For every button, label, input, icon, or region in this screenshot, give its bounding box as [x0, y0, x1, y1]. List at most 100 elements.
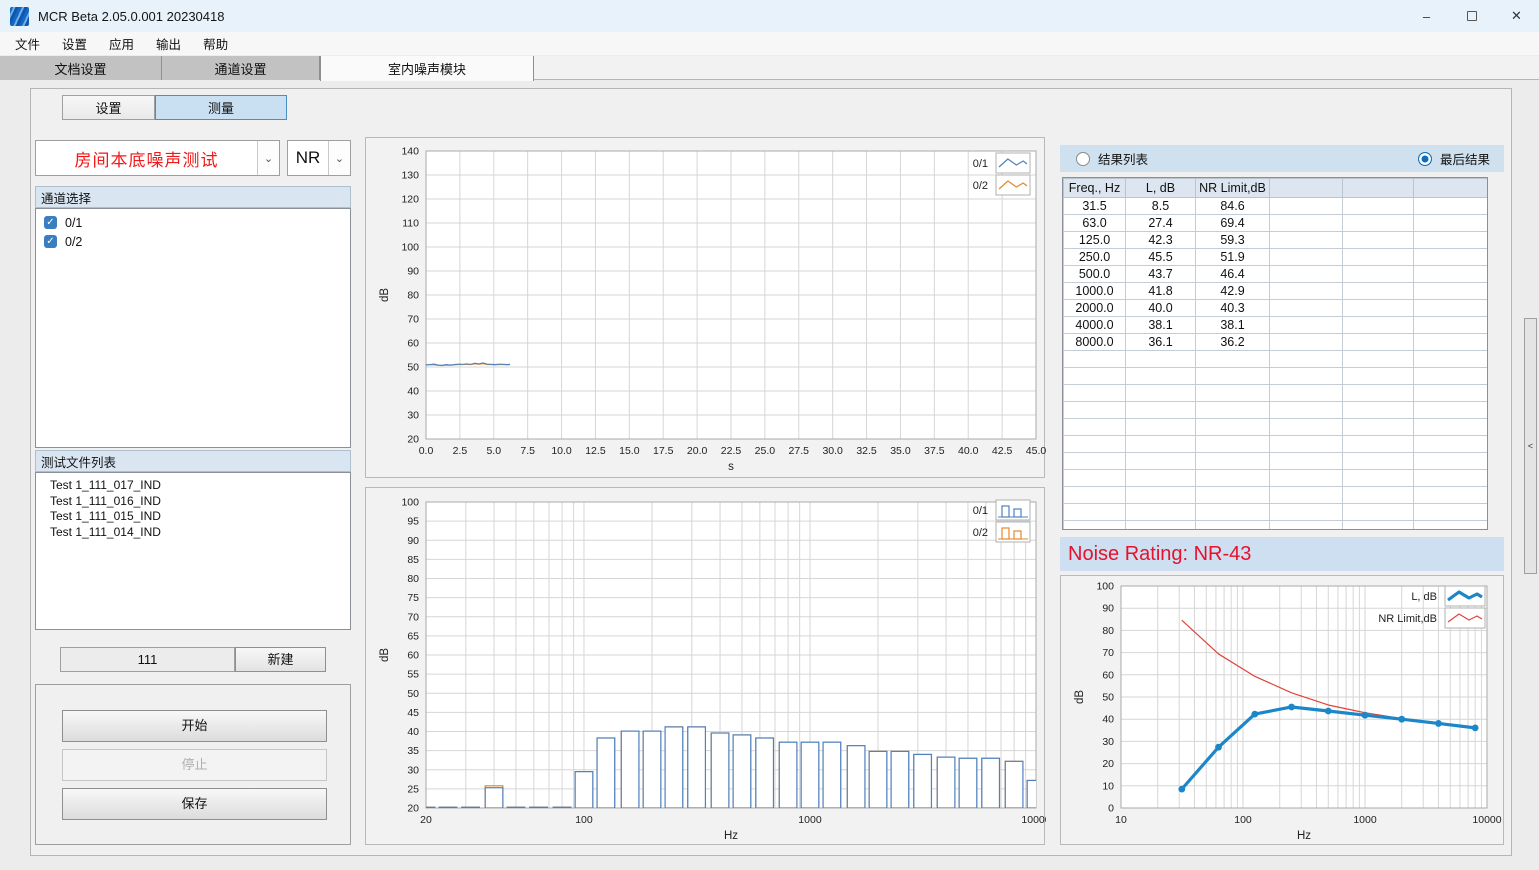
start-button[interactable]: 开始: [62, 710, 327, 742]
svg-text:40.0: 40.0: [958, 445, 979, 457]
test-type-dropdown[interactable]: 房间本底噪声测试 ⌄: [35, 140, 280, 176]
svg-text:dB: dB: [1074, 690, 1086, 704]
file-list-item[interactable]: Test 1_111_016_IND: [50, 494, 350, 510]
table-row[interactable]: 31.58.584.6: [1064, 198, 1489, 215]
table-row[interactable]: [1064, 351, 1489, 368]
table-cell: [1414, 198, 1489, 215]
table-row[interactable]: 1000.041.842.9: [1064, 283, 1489, 300]
svg-text:10.0: 10.0: [551, 445, 572, 457]
tab-channel-settings[interactable]: 通道设置: [162, 56, 320, 80]
table-cell: [1270, 436, 1343, 453]
table-row[interactable]: 8000.036.136.2: [1064, 334, 1489, 351]
file-list-item[interactable]: Test 1_111_017_IND: [50, 478, 350, 494]
tab-document-settings[interactable]: 文档设置: [0, 56, 162, 80]
svg-text:27.5: 27.5: [789, 445, 810, 457]
table-cell: [1064, 385, 1126, 402]
last-result-radio[interactable]: 最后结果: [1418, 149, 1490, 168]
panel-collapse-handle[interactable]: <: [1524, 318, 1537, 574]
minimize-button[interactable]: –: [1404, 0, 1449, 32]
checkbox-icon[interactable]: ✓: [44, 235, 57, 248]
table-row[interactable]: [1064, 453, 1489, 470]
table-row[interactable]: 2000.040.040.3: [1064, 300, 1489, 317]
file-name-input[interactable]: 111: [60, 647, 235, 672]
subtab-measure[interactable]: 测量: [155, 95, 287, 120]
table-cell: 42.9: [1196, 283, 1270, 300]
table-cell: 500.0: [1064, 266, 1126, 283]
svg-text:0/2: 0/2: [973, 527, 988, 539]
table-cell: [1414, 266, 1489, 283]
table-cell: 8000.0: [1064, 334, 1126, 351]
menu-item-2[interactable]: 应用: [98, 32, 145, 55]
menu-item-3[interactable]: 输出: [145, 32, 192, 55]
table-row[interactable]: [1064, 402, 1489, 419]
channel-row-0/2[interactable]: ✓0/2: [44, 232, 350, 251]
checkbox-icon[interactable]: ✓: [44, 216, 57, 229]
stop-button: 停止: [62, 749, 327, 781]
table-cell: [1064, 504, 1126, 521]
table-cell: [1270, 368, 1343, 385]
menu-item-4[interactable]: 帮助: [192, 32, 239, 55]
svg-text:65: 65: [407, 630, 419, 642]
table-row[interactable]: [1064, 487, 1489, 504]
table-row[interactable]: 500.043.746.4: [1064, 266, 1489, 283]
table-cell: [1414, 215, 1489, 232]
svg-text:75: 75: [407, 592, 419, 604]
table-cell: 38.1: [1126, 317, 1196, 334]
close-button[interactable]: ✕: [1494, 0, 1539, 32]
table-cell: 40.3: [1196, 300, 1270, 317]
tab-indoor-noise-module[interactable]: 室内噪声模块: [320, 56, 534, 81]
table-row[interactable]: 125.042.359.3: [1064, 232, 1489, 249]
table-cell: 36.1: [1126, 334, 1196, 351]
svg-text:100: 100: [1234, 814, 1252, 826]
menu-item-1[interactable]: 设置: [51, 32, 98, 55]
table-cell: [1414, 453, 1489, 470]
radio-checked-icon[interactable]: [1418, 152, 1432, 166]
menu-item-0[interactable]: 文件: [4, 32, 51, 55]
table-row[interactable]: [1064, 470, 1489, 487]
test-file-list[interactable]: Test 1_111_017_INDTest 1_111_016_INDTest…: [35, 472, 351, 630]
test-type-value: 房间本底噪声测试: [36, 141, 257, 175]
svg-text:1000: 1000: [1353, 814, 1377, 826]
svg-text:17.5: 17.5: [653, 445, 674, 457]
table-cell: [1343, 504, 1414, 521]
table-cell: [1343, 385, 1414, 402]
results-list-radio[interactable]: 结果列表: [1076, 149, 1148, 168]
table-row[interactable]: [1064, 436, 1489, 453]
table-row[interactable]: [1064, 419, 1489, 436]
rating-standard-dropdown[interactable]: NR ⌄: [287, 140, 351, 176]
table-row[interactable]: 63.027.469.4: [1064, 215, 1489, 232]
noise-rating-bar: Noise Rating: NR-43: [1060, 537, 1504, 571]
svg-text:42.5: 42.5: [992, 445, 1013, 457]
save-button[interactable]: 保存: [62, 788, 327, 820]
nr-rating-plot: 010203040506070809010010100100010000HzdB…: [1061, 576, 1505, 846]
table-row[interactable]: [1064, 504, 1489, 521]
table-cell: [1270, 470, 1343, 487]
channel-list[interactable]: ✓0/1✓0/2: [35, 208, 351, 448]
file-list-item[interactable]: Test 1_111_015_IND: [50, 509, 350, 525]
table-row[interactable]: [1064, 368, 1489, 385]
radio-unchecked-icon[interactable]: [1076, 152, 1090, 166]
table-row[interactable]: [1064, 385, 1489, 402]
table-row[interactable]: [1064, 521, 1489, 531]
table-cell: [1126, 385, 1196, 402]
chevron-down-icon[interactable]: ⌄: [257, 141, 279, 175]
subtab-settings[interactable]: 设置: [62, 95, 155, 120]
svg-text:NR Limit,dB: NR Limit,dB: [1378, 613, 1437, 625]
svg-text:80: 80: [407, 290, 419, 302]
table-row[interactable]: 250.045.551.9: [1064, 249, 1489, 266]
svg-text:L, dB: L, dB: [1411, 591, 1437, 603]
svg-text:0/2: 0/2: [973, 180, 988, 192]
results-col-header: L, dB: [1126, 179, 1196, 198]
table-cell: [1270, 521, 1343, 531]
channel-row-0/1[interactable]: ✓0/1: [44, 213, 350, 232]
table-row[interactable]: 4000.038.138.1: [1064, 317, 1489, 334]
new-button[interactable]: 新建: [235, 647, 326, 672]
chevron-down-icon[interactable]: ⌄: [328, 141, 350, 175]
table-cell: [1270, 419, 1343, 436]
file-list-item[interactable]: Test 1_111_014_IND: [50, 525, 350, 541]
spectrum-chart: 2025303540455055606570758085909510020100…: [365, 487, 1045, 845]
window-title: MCR Beta 2.05.0.001 20230418: [38, 9, 224, 24]
svg-text:55: 55: [407, 669, 419, 681]
svg-text:Hz: Hz: [1297, 830, 1311, 842]
maximize-button[interactable]: [1449, 0, 1494, 32]
